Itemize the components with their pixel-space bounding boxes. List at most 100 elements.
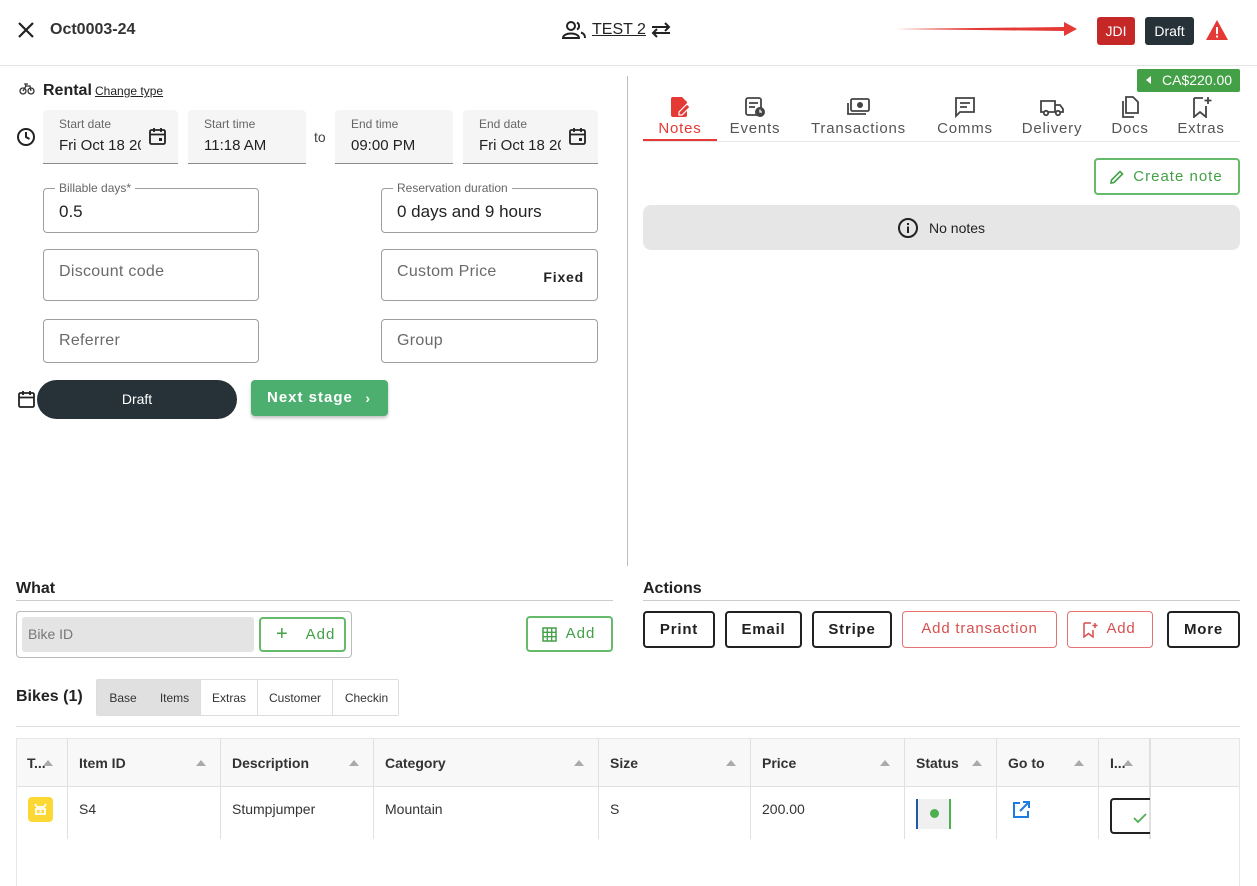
comms-icon xyxy=(955,97,975,118)
bikes-divider xyxy=(16,726,1240,727)
pointer-arrow xyxy=(896,22,1078,36)
end-date-field[interactable]: End date Fri Oct 18 2024 xyxy=(463,110,598,164)
empty-notes-text: No notes xyxy=(929,220,986,236)
actions-title: Actions xyxy=(643,580,702,597)
vertical-divider xyxy=(627,76,628,566)
discount-code-field[interactable]: Discount code xyxy=(43,249,259,301)
extras-icon xyxy=(1193,97,1212,118)
close-icon[interactable] xyxy=(16,20,36,40)
col-type[interactable]: T... xyxy=(17,739,68,787)
start-date-field[interactable]: Start date Fri Oct 18 2024 xyxy=(43,110,178,164)
change-type-link[interactable]: Change type xyxy=(95,84,163,98)
grid-icon xyxy=(542,627,557,642)
item-id-cell: S4 xyxy=(68,787,221,839)
chevron-right-icon: › xyxy=(365,390,371,406)
info-icon xyxy=(897,217,919,239)
start-time-field[interactable]: Start time 11:18 AM xyxy=(188,110,306,164)
status-chip[interactable]: Draft xyxy=(1145,17,1194,45)
actions-divider xyxy=(643,600,1240,601)
to-label: to xyxy=(314,129,326,145)
bookmark-add-icon xyxy=(1082,622,1098,638)
group-field[interactable]: Group xyxy=(381,319,598,363)
tab-items[interactable]: Items xyxy=(149,680,201,715)
customer-link[interactable]: TEST 2 xyxy=(592,21,646,39)
more-button[interactable]: More xyxy=(1167,611,1240,648)
col-item-id[interactable]: Item ID xyxy=(68,739,221,787)
bikes-view-tabs: Base Items Extras Customer Checkin xyxy=(96,679,399,716)
tab-docs[interactable]: Docs xyxy=(1108,96,1152,137)
add-bike-button[interactable]: + Add xyxy=(259,617,346,652)
empty-notes-banner: No notes xyxy=(643,205,1240,250)
events-icon xyxy=(745,97,765,117)
fixed-suffix[interactable]: Fixed xyxy=(543,269,584,285)
status-toggle[interactable] xyxy=(916,799,951,829)
bikes-title: Bikes (1) xyxy=(16,688,83,705)
calendar-icon[interactable] xyxy=(568,127,587,146)
order-id: Oct0003-24 xyxy=(50,21,136,38)
pencil-icon xyxy=(1109,169,1125,185)
add-transaction-button[interactable]: Add transaction xyxy=(902,611,1057,648)
bike-id-input[interactable]: Bike ID xyxy=(22,617,254,652)
plus-icon: + xyxy=(276,623,289,645)
transactions-icon xyxy=(846,98,870,115)
swap-icon[interactable] xyxy=(650,20,672,40)
billable-days-field[interactable]: Billable days* 0.5 xyxy=(43,181,259,233)
add-extra-button[interactable]: Add xyxy=(1067,611,1153,648)
tab-customer[interactable]: Customer xyxy=(258,680,333,715)
bike-icon xyxy=(19,82,35,96)
what-divider xyxy=(16,600,613,601)
bikes-table: T... Item ID Description Category Size P… xyxy=(16,738,1240,886)
col-i[interactable]: I... xyxy=(1099,739,1150,787)
price-cell: 200.00 xyxy=(751,787,905,839)
col-status[interactable]: Status xyxy=(905,739,997,787)
next-stage-button[interactable]: Next stage › xyxy=(251,380,388,416)
tab-events[interactable]: Events xyxy=(726,96,784,137)
referrer-field[interactable]: Referrer xyxy=(43,319,259,363)
booking-type: Rental xyxy=(43,82,92,99)
col-description[interactable]: Description xyxy=(221,739,374,787)
col-price[interactable]: Price xyxy=(751,739,905,787)
tab-base[interactable]: Base xyxy=(97,680,149,715)
checkin-toggle[interactable] xyxy=(1110,798,1150,834)
customer-icon xyxy=(562,19,586,41)
i-cell xyxy=(1099,787,1150,839)
open-external-icon[interactable] xyxy=(1011,800,1031,820)
bike-type-icon xyxy=(28,797,53,822)
email-button[interactable]: Email xyxy=(725,611,802,648)
user-chip[interactable]: JDI xyxy=(1097,17,1135,45)
warning-icon[interactable] xyxy=(1205,19,1229,41)
notes-icon xyxy=(671,97,691,117)
col-category[interactable]: Category xyxy=(374,739,599,787)
check-icon xyxy=(1133,813,1147,824)
tab-delivery[interactable]: Delivery xyxy=(1018,96,1086,137)
grid-add-button[interactable]: Add xyxy=(526,616,613,652)
tab-extras[interactable]: Extras xyxy=(201,680,258,715)
bike-id-group: Bike ID + Add xyxy=(16,611,352,658)
tab-comms[interactable]: Comms xyxy=(934,96,996,137)
stage-draft-button[interactable]: Draft xyxy=(37,380,237,419)
status-dot-icon xyxy=(930,809,939,818)
print-button[interactable]: Print xyxy=(643,611,715,648)
tab-checkin[interactable]: Checkin xyxy=(333,680,398,715)
top-bar: Oct0003-24 TEST 2 JDI Draft xyxy=(0,0,1257,66)
end-time-field[interactable]: End time 09:00 PM xyxy=(335,110,453,164)
tab-notes[interactable]: Notes xyxy=(643,96,717,137)
caret-left-icon xyxy=(1146,76,1151,84)
type-cell xyxy=(17,787,68,839)
tabs-underline xyxy=(643,141,1240,142)
tab-transactions[interactable]: Transactions xyxy=(806,96,911,137)
delivery-icon xyxy=(1040,100,1064,117)
size-cell: S xyxy=(599,787,751,839)
tab-extras[interactable]: Extras xyxy=(1174,96,1228,137)
category-cell: Mountain xyxy=(374,787,599,839)
calendar-icon[interactable] xyxy=(148,127,167,146)
price-badge: CA$220.00 xyxy=(1137,69,1240,92)
col-size[interactable]: Size xyxy=(599,739,751,787)
create-note-button[interactable]: Create note xyxy=(1094,158,1240,195)
clock-icon xyxy=(16,127,36,147)
custom-price-field[interactable]: Custom Price Fixed xyxy=(381,249,598,301)
stripe-button[interactable]: Stripe xyxy=(812,611,892,648)
col-go-to[interactable]: Go to xyxy=(997,739,1099,787)
reservation-duration-field: Reservation duration 0 days and 9 hours xyxy=(381,181,598,233)
what-title: What xyxy=(16,580,56,597)
